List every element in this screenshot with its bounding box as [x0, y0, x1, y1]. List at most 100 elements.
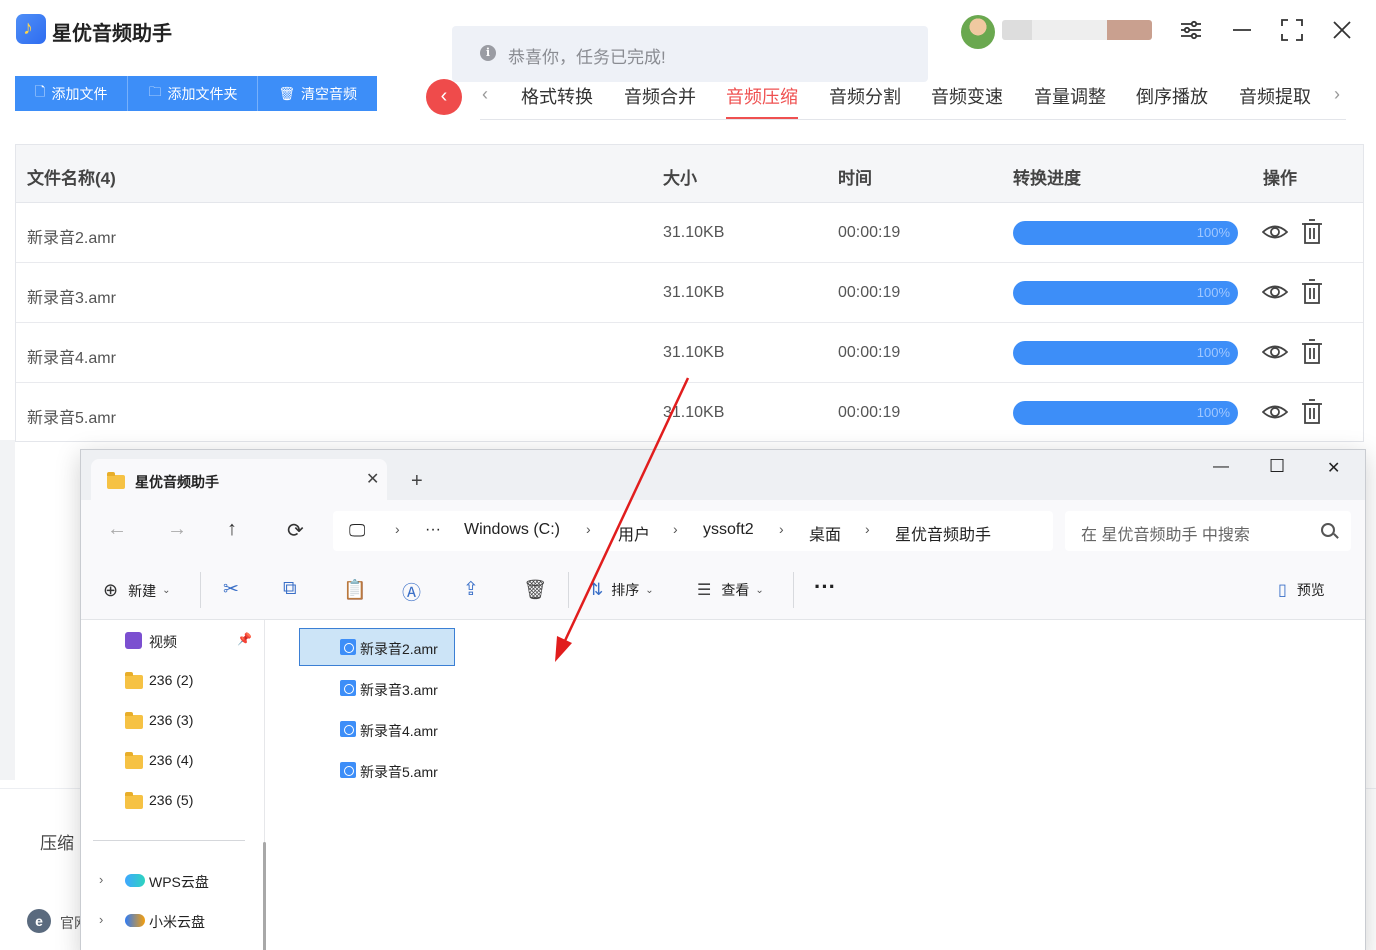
refresh-icon[interactable]: ⟳ — [287, 518, 304, 543]
pin-icon[interactable]: 📌 — [237, 632, 252, 646]
tab-audio-speed[interactable]: 音频变速 — [931, 83, 1003, 119]
file-name: 新录音3.amr — [360, 682, 438, 698]
table-header: 文件名称(4) 大小 时间 转换进度 操作 — [16, 145, 1363, 203]
breadcrumb-separator-icon: › — [673, 521, 678, 537]
paste-icon[interactable]: 📋 — [343, 578, 367, 602]
toolbar-divider — [793, 572, 794, 608]
breadcrumb-users[interactable]: 用户 — [618, 521, 650, 545]
trash-icon[interactable] — [1301, 339, 1323, 365]
add-file-button[interactable]: 🗋 添加文件 — [15, 76, 129, 111]
view-label: 查看 — [721, 582, 750, 598]
add-folder-button[interactable]: 🗀 添加文件夹 — [128, 76, 259, 111]
table-row: 新录音2.amr 31.10KB 00:00:19 100% — [16, 203, 1363, 263]
chevron-down-icon: ⌄ — [162, 585, 171, 596]
cut-icon[interactable]: ✂ — [223, 578, 239, 601]
row-file-size: 31.10KB — [663, 284, 725, 301]
row-file-time: 00:00:19 — [838, 284, 901, 301]
eye-icon[interactable] — [1262, 401, 1288, 423]
chevron-down-icon: ⌄ — [755, 584, 764, 596]
file-name: 新录音4.amr — [360, 723, 438, 739]
forward-arrow-icon[interactable]: → — [167, 518, 187, 541]
eye-icon[interactable] — [1262, 281, 1288, 303]
explorer-tab[interactable]: 星优音频助手 ✕ — [91, 459, 387, 501]
table-row: 新录音4.amr 31.10KB 00:00:19 100% — [16, 323, 1363, 383]
progress-text: 100% — [1196, 225, 1230, 240]
expand-chevron-icon[interactable]: › — [99, 872, 103, 887]
trash-icon[interactable] — [1301, 219, 1323, 245]
header-progress: 转换进度 — [1013, 169, 1081, 188]
new-button[interactable]: ⊕ 新建 ⌄ — [103, 580, 170, 601]
address-bar[interactable]: 🖵 › ··· Windows (C:) › 用户 › yssoft2 › 桌面… — [333, 511, 1053, 551]
view-button[interactable]: ☰ 查看 ⌄ — [697, 580, 764, 600]
fullscreen-icon[interactable] — [1276, 14, 1308, 46]
clear-list-button[interactable]: 🗑 清空音频 — [258, 76, 377, 111]
minimize-icon[interactable]: — — [1213, 458, 1229, 476]
tab-reverse-play[interactable]: 倒序播放 — [1136, 83, 1208, 119]
tab-audio-split[interactable]: 音频分割 — [829, 83, 901, 119]
settings-sliders-icon[interactable] — [1175, 14, 1207, 46]
tab-audio-merge[interactable]: 音频合并 — [624, 83, 696, 119]
back-chevron-button[interactable]: ‹ — [426, 79, 462, 115]
tabs-next-chevron-icon[interactable]: › — [1334, 84, 1340, 105]
sort-button[interactable]: ⇅ 排序 ⌄ — [589, 580, 654, 600]
share-icon[interactable]: ⇪ — [463, 578, 479, 601]
eye-icon[interactable] — [1262, 341, 1288, 363]
breadcrumb-desktop[interactable]: 桌面 — [809, 521, 841, 545]
folder-icon — [125, 792, 143, 809]
audio-file-icon — [340, 639, 356, 655]
minimize-icon[interactable] — [1226, 14, 1258, 46]
eye-icon[interactable] — [1262, 221, 1288, 243]
trash-icon[interactable] — [1301, 399, 1323, 425]
breadcrumb-more-icon[interactable]: ··· — [425, 521, 441, 539]
clear-list-label: 清空音频 — [300, 85, 357, 102]
file-item[interactable]: 新录音4.amr — [299, 710, 455, 748]
file-item[interactable]: 新录音5.amr — [299, 751, 455, 789]
rename-icon[interactable]: Ⓐ — [402, 578, 421, 605]
tabs-prev-chevron-icon[interactable]: ‹ — [482, 84, 488, 105]
compress-label: 压缩 — [40, 834, 74, 853]
sidebar-scrollbar[interactable] — [263, 842, 266, 950]
expand-chevron-icon[interactable]: › — [99, 912, 103, 927]
file-toolbar: 🗋 添加文件 🗀 添加文件夹 🗑 清空音频 — [15, 76, 377, 111]
tab-audio-extract[interactable]: 音频提取 — [1239, 83, 1311, 119]
tab-format-convert[interactable]: 格式转换 — [521, 83, 593, 119]
breadcrumb-separator-icon: › — [395, 521, 400, 537]
tab-volume-adjust[interactable]: 音量调整 — [1034, 83, 1106, 119]
folder-icon — [125, 672, 143, 689]
close-icon[interactable] — [1326, 14, 1358, 46]
sidebar-item-label: WPS云盘 — [149, 874, 209, 890]
more-options-icon[interactable]: ··· — [814, 574, 836, 600]
sidebar-item-label: 视频 — [149, 634, 177, 650]
preview-button[interactable]: ▯ 预览 — [1278, 580, 1325, 600]
search-input[interactable]: 在 星优音频助手 中搜索 — [1065, 511, 1351, 551]
new-tab-plus-icon[interactable]: + — [411, 470, 423, 493]
explorer-body: 视频 📌 236 (2) 236 (3) 236 (4) 236 (5) › W… — [81, 620, 1365, 950]
folder-outline-icon: 🗀 — [148, 83, 162, 99]
copy-icon[interactable]: ⧉ — [283, 578, 297, 600]
mi-cloud-icon — [125, 914, 145, 927]
tab-audio-compress[interactable]: 音频压缩 — [726, 83, 798, 119]
file-item[interactable]: 新录音2.amr — [299, 628, 455, 666]
breadcrumb-user[interactable]: yssoft2 — [703, 521, 754, 539]
breadcrumb-separator-icon: › — [865, 521, 870, 537]
row-file-time: 00:00:19 — [838, 344, 901, 361]
breadcrumb-current[interactable]: 星优音频助手 — [895, 521, 991, 545]
sort-label: 排序 — [611, 582, 640, 598]
breadcrumb-separator-icon: › — [779, 521, 784, 537]
delete-icon[interactable]: 🗑 — [523, 578, 547, 602]
close-icon[interactable]: ✕ — [1327, 458, 1340, 478]
website-icon[interactable]: e — [27, 909, 51, 933]
row-file-size: 31.10KB — [663, 344, 725, 361]
user-avatar[interactable] — [961, 15, 995, 49]
row-file-size: 31.10KB — [663, 404, 725, 421]
file-item[interactable]: 新录音3.amr — [299, 669, 455, 707]
back-arrow-icon[interactable]: ← — [107, 518, 127, 541]
up-arrow-icon[interactable]: ↑ — [227, 518, 237, 541]
row-file-name: 新录音2.amr — [27, 230, 116, 247]
trash-icon[interactable] — [1301, 279, 1323, 305]
breadcrumb-drive[interactable]: Windows (C:) — [464, 521, 560, 539]
preview-pane-icon: ▯ — [1278, 582, 1287, 599]
maximize-icon[interactable]: ☐ — [1269, 456, 1285, 477]
sidebar-item-label: 236 (2) — [149, 672, 194, 688]
tab-close-icon[interactable]: ✕ — [366, 469, 379, 489]
